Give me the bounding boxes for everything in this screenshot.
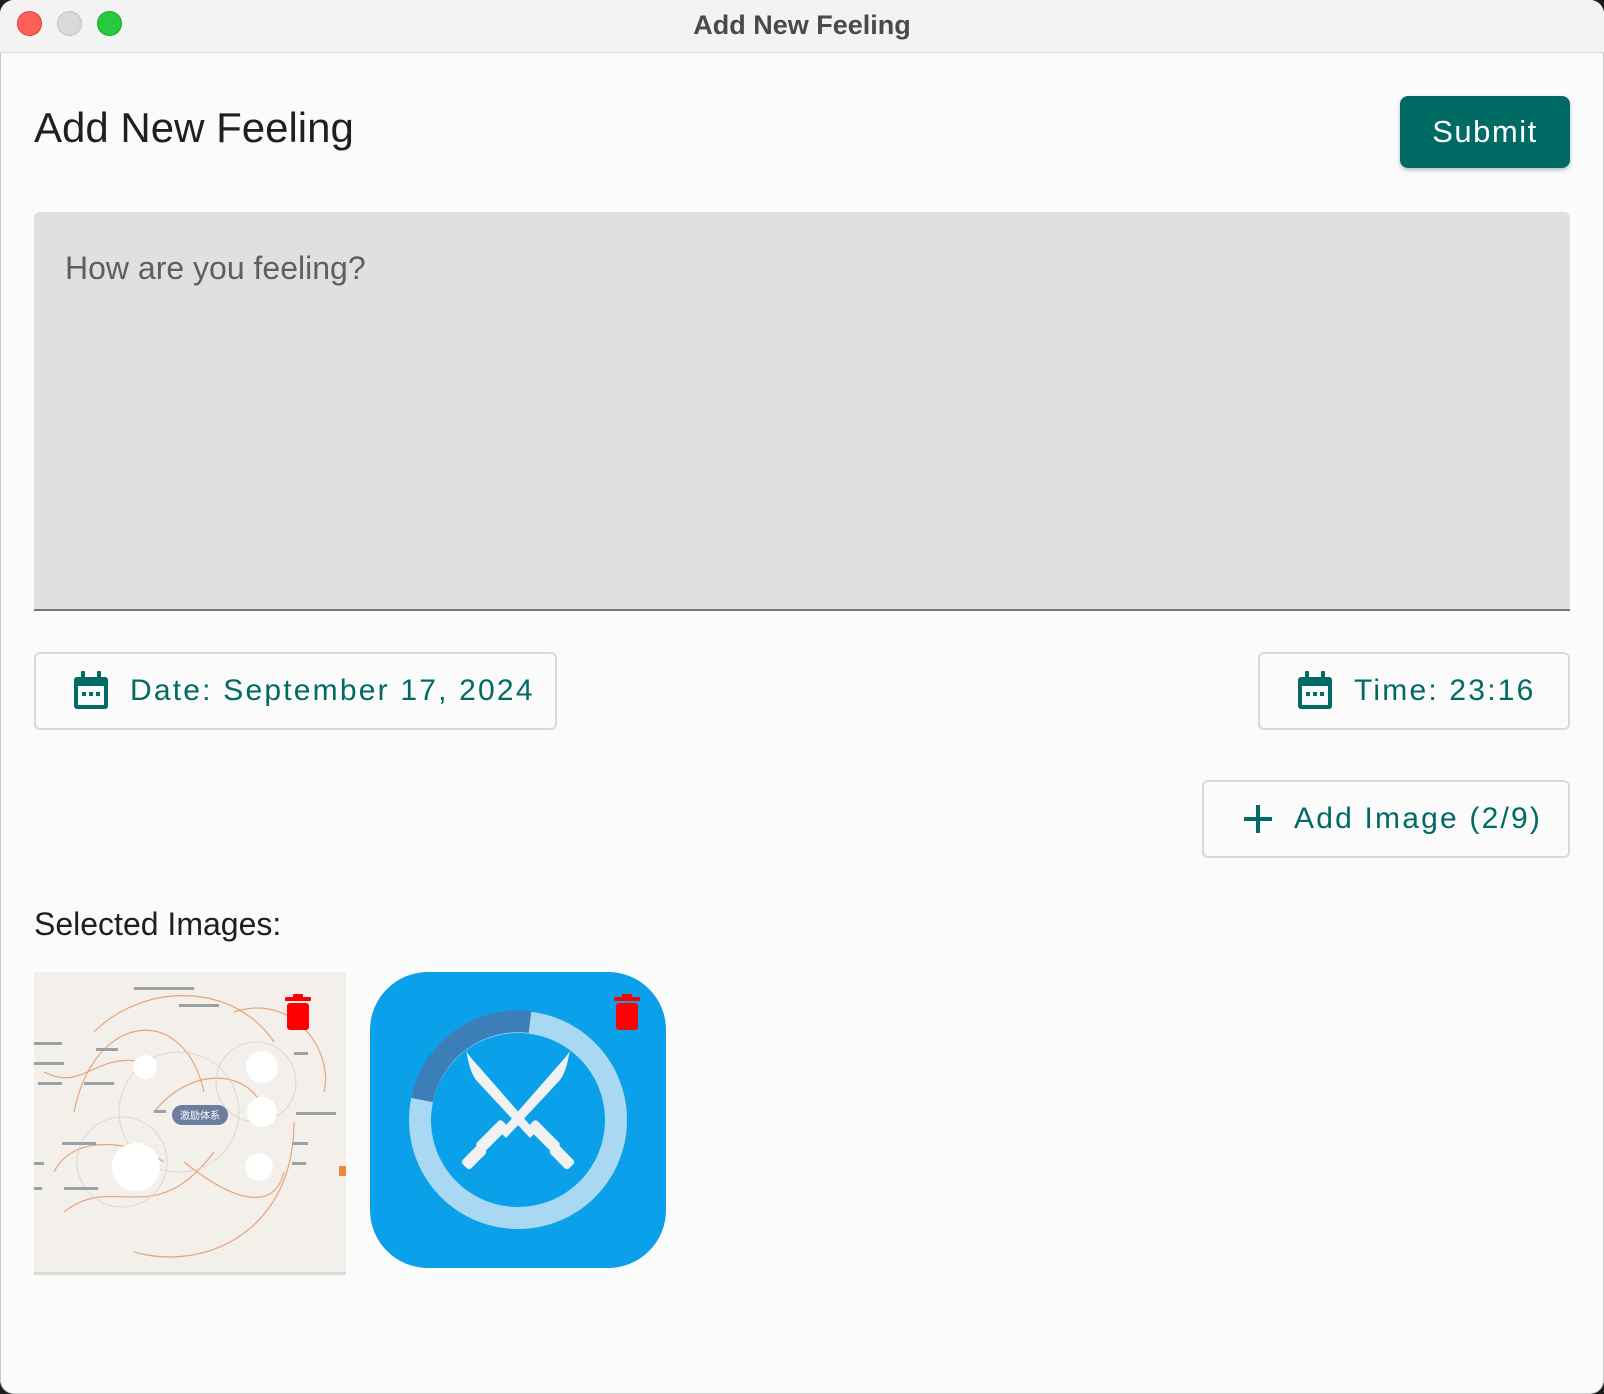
time-picker-button[interactable]: Time: 23:16 — [1258, 652, 1570, 730]
delete-image-trash-icon[interactable] — [614, 994, 640, 1030]
date-picker-button[interactable]: Date: September 17, 2024 — [34, 652, 557, 730]
app-window: Add New Feeling Add New Feeling Submit H… — [0, 0, 1604, 1394]
delete-image-trash-icon[interactable] — [285, 994, 311, 1030]
calendar-icon — [74, 671, 108, 709]
selected-image-thumbnail — [370, 972, 666, 1268]
time-button-label: Time: 23:16 — [1354, 674, 1536, 707]
add-image-button[interactable]: Add Image (2/9) — [1202, 780, 1570, 858]
window-title: Add New Feeling — [693, 10, 911, 40]
submit-button[interactable]: Submit — [1400, 96, 1570, 168]
feeling-placeholder: How are you feeling? — [65, 250, 366, 286]
plus-icon — [1244, 805, 1272, 833]
page-title: Add New Feeling — [34, 104, 354, 151]
date-button-label: Date: September 17, 2024 — [130, 674, 535, 707]
feeling-textarea[interactable]: How are you feeling? — [34, 212, 1570, 611]
add-image-label: Add Image (2/9) — [1294, 802, 1543, 835]
mind-map-center-text: 激励体系 — [180, 1109, 220, 1122]
selected-image-thumbnail: 激励体系 — [34, 972, 346, 1275]
selected-images-label: Selected Images: — [34, 906, 282, 942]
calendar-icon — [1298, 671, 1332, 709]
title-bar: Add New Feeling — [0, 0, 1604, 53]
